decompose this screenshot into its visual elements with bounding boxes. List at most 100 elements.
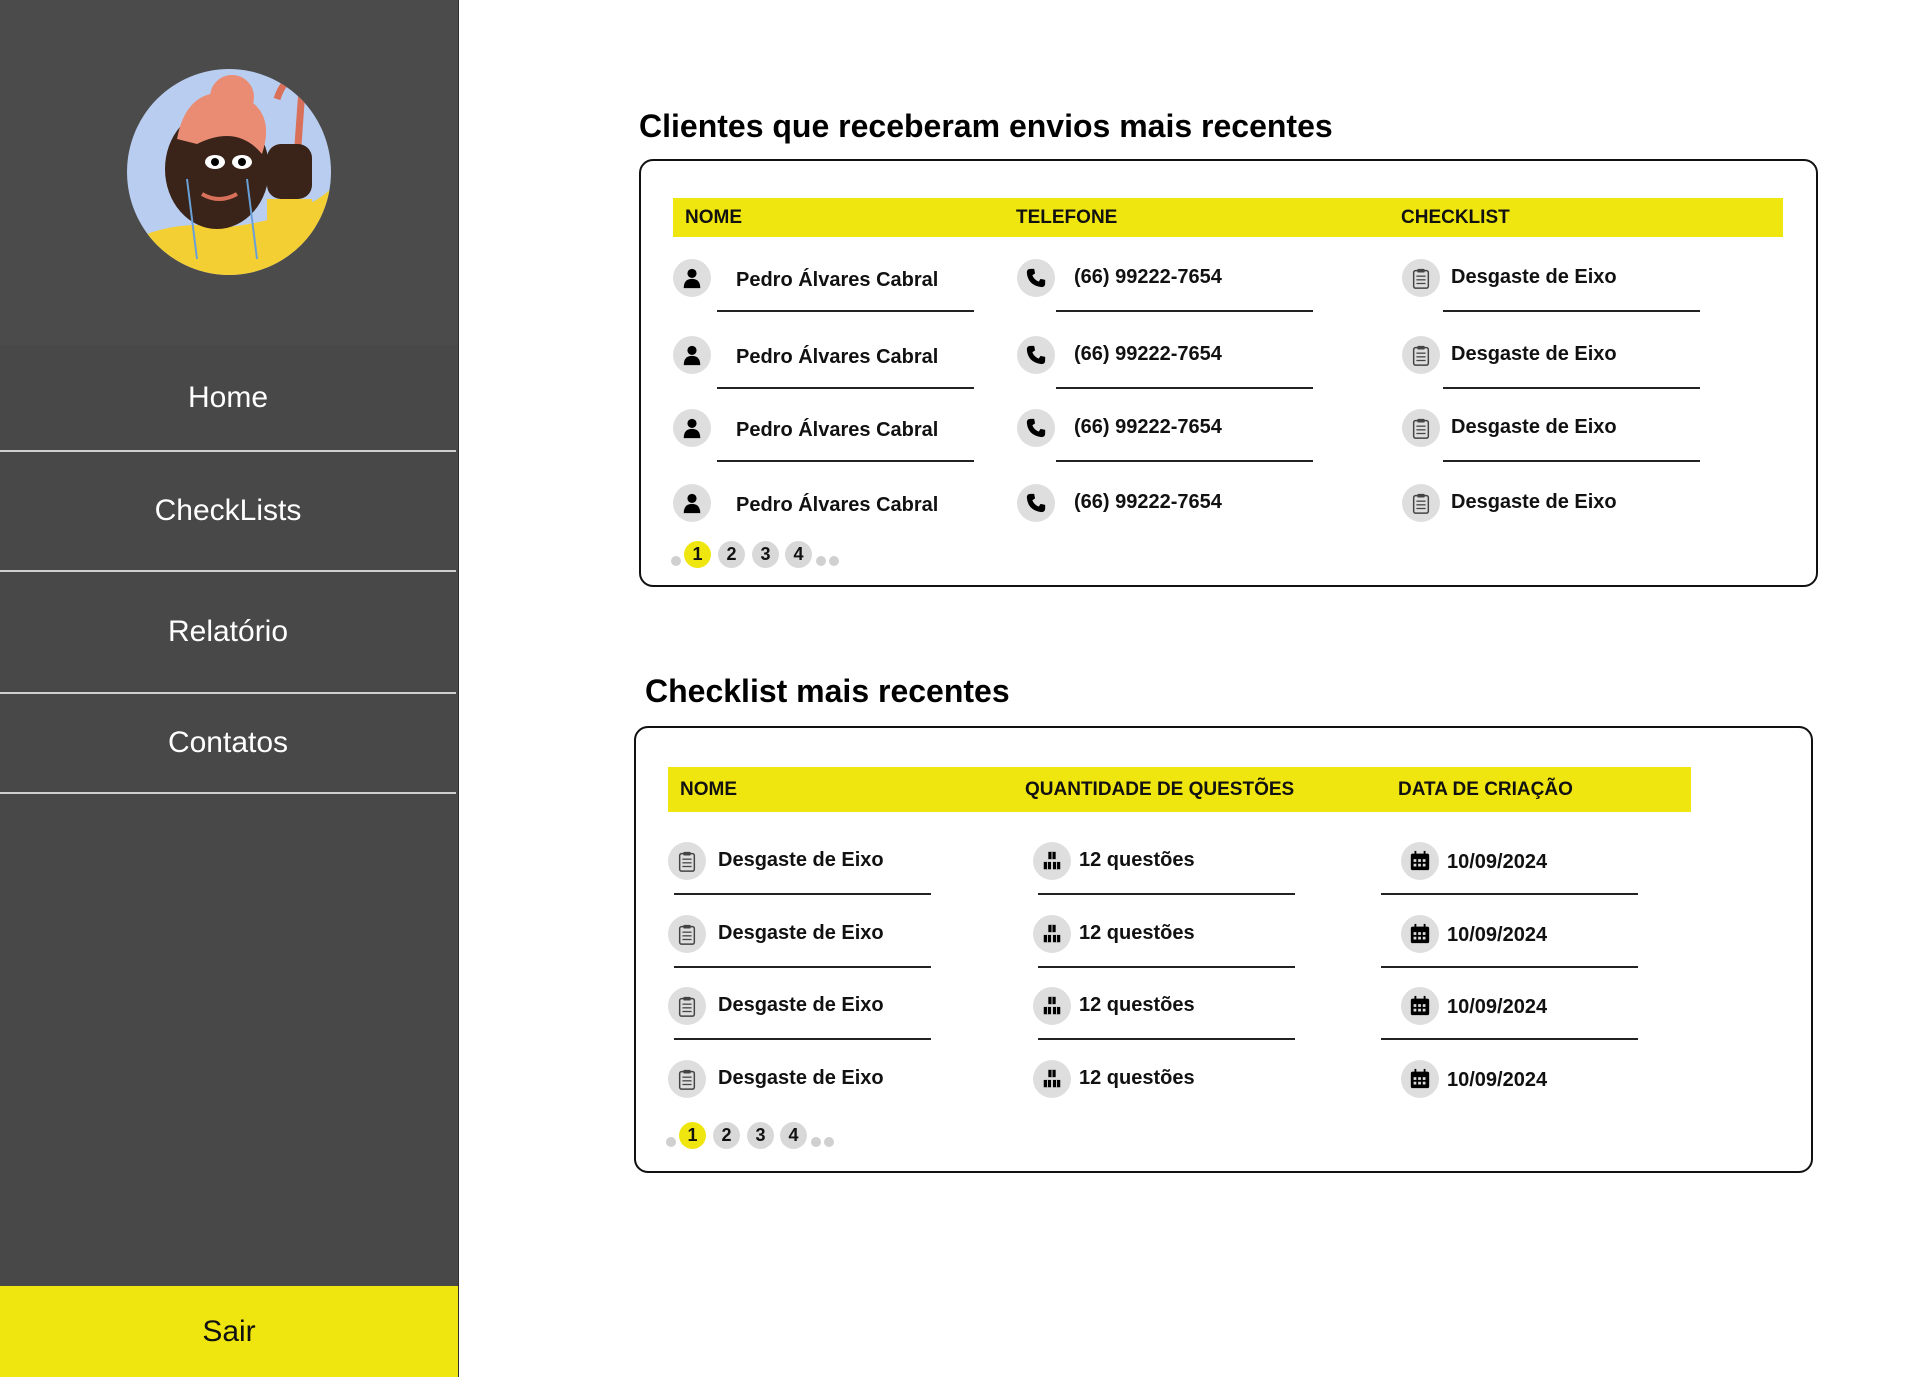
checklists-table-header: NOME QUANTIDADE DE QUESTÕES DATA DE CRIA… [668,767,1691,812]
clipboard-icon [668,842,706,880]
client-checklist[interactable]: Desgaste de Eixo [1451,491,1617,514]
client-phone[interactable]: (66) 99222-7654 [1074,266,1222,289]
client-phone[interactable]: (66) 99222-7654 [1074,343,1222,366]
phone-icon [1017,259,1055,297]
pager-dot [829,556,839,566]
nav-home[interactable]: Home [0,345,456,452]
row-divider [674,893,931,895]
checklist-name[interactable]: Desgaste de Eixo [718,1067,884,1090]
row-divider [1381,966,1638,968]
nav-contatos[interactable]: Contatos [0,694,456,794]
client-checklist[interactable]: Desgaste de Eixo [1451,416,1617,439]
boxes-icon [1033,915,1071,953]
row-divider [717,460,974,462]
logout-button[interactable]: Sair [0,1286,458,1377]
person-icon [673,259,711,297]
col-checklist: CHECKLIST [1401,206,1510,228]
checklist-date[interactable]: 10/09/2024 [1447,996,1547,1019]
pager-dot [671,556,681,566]
checklist-name[interactable]: Desgaste de Eixo [718,994,884,1017]
row-divider [1056,310,1313,312]
avatar[interactable] [127,69,331,275]
page-3[interactable]: 3 [752,541,779,568]
clients-card: NOME TELEFONE CHECKLIST Pedro Álvares Ca… [639,159,1818,587]
calendar-icon [1401,1060,1439,1098]
col-telefone: TELEFONE [1016,206,1118,228]
phone-icon [1017,336,1055,374]
person-icon [673,409,711,447]
checklist-questions[interactable]: 12 questões [1079,994,1195,1017]
client-checklist[interactable]: Desgaste de Eixo [1451,343,1617,366]
calendar-icon [1401,915,1439,953]
col-nome: NOME [685,206,742,228]
clients-title: Clientes que receberam envios mais recen… [639,108,1333,144]
col-quantidade: QUANTIDADE DE QUESTÕES [1025,778,1295,800]
row-divider [1038,1038,1295,1040]
checklists-card: NOME QUANTIDADE DE QUESTÕES DATA DE CRIA… [634,726,1813,1173]
row-divider [674,966,931,968]
pager-dot [811,1137,821,1147]
sidebar: Home CheckLists Relatório Contatos Sair [0,0,459,1377]
profile-area [0,0,458,345]
client-name[interactable]: Pedro Álvares Cabral [736,269,938,292]
checklist-date[interactable]: 10/09/2024 [1447,851,1547,874]
client-name[interactable]: Pedro Álvares Cabral [736,419,938,442]
row-divider [1381,893,1638,895]
nav-relatorio[interactable]: Relatório [0,572,456,694]
client-phone[interactable]: (66) 99222-7654 [1074,416,1222,439]
checklists-title: Checklist mais recentes [645,673,1010,709]
clipboard-icon [1402,259,1440,297]
phone-icon [1017,484,1055,522]
row-divider [1038,893,1295,895]
client-checklist[interactable]: Desgaste de Eixo [1451,266,1617,289]
row-divider [1443,387,1700,389]
pager-dot [666,1137,676,1147]
checklist-date[interactable]: 10/09/2024 [1447,924,1547,947]
checklist-name[interactable]: Desgaste de Eixo [718,922,884,945]
calendar-icon [1401,842,1439,880]
page-1[interactable]: 1 [684,541,711,568]
pager-dot [824,1137,834,1147]
page-4[interactable]: 4 [785,541,812,568]
page-3[interactable]: 3 [747,1122,774,1149]
row-divider [1381,1038,1638,1040]
page-4[interactable]: 4 [780,1122,807,1149]
row-divider [1038,966,1295,968]
boxes-icon [1033,1060,1071,1098]
boxes-icon [1033,842,1071,880]
person-icon [673,484,711,522]
client-name[interactable]: Pedro Álvares Cabral [736,494,938,517]
page-2[interactable]: 2 [718,541,745,568]
checklist-name[interactable]: Desgaste de Eixo [718,849,884,872]
nav-checklists[interactable]: CheckLists [0,452,456,572]
checklist-questions[interactable]: 12 questões [1079,922,1195,945]
clients-pagination: 1 2 3 4 [671,541,871,571]
client-phone[interactable]: (66) 99222-7654 [1074,491,1222,514]
clipboard-icon [1402,336,1440,374]
pager-dot [816,556,826,566]
checklist-questions[interactable]: 12 questões [1079,849,1195,872]
clipboard-icon [668,915,706,953]
checklists-pagination: 1 2 3 4 [666,1122,866,1152]
client-name[interactable]: Pedro Álvares Cabral [736,346,938,369]
row-divider [1056,460,1313,462]
row-divider [717,310,974,312]
clipboard-icon [668,987,706,1025]
phone-icon [1017,409,1055,447]
checklist-questions[interactable]: 12 questões [1079,1067,1195,1090]
clipboard-icon [1402,484,1440,522]
boxes-icon [1033,987,1071,1025]
row-divider [1443,460,1700,462]
calendar-icon [1401,987,1439,1025]
row-divider [674,1038,931,1040]
checklist-date[interactable]: 10/09/2024 [1447,1069,1547,1092]
col-data: DATA DE CRIAÇÃO [1398,778,1573,800]
row-divider [1056,387,1313,389]
clients-table-header: NOME TELEFONE CHECKLIST [673,198,1783,237]
clipboard-icon [668,1060,706,1098]
row-divider [717,387,974,389]
page-2[interactable]: 2 [713,1122,740,1149]
clipboard-icon [1402,409,1440,447]
col-nome: NOME [680,778,737,800]
page-1[interactable]: 1 [679,1122,706,1149]
